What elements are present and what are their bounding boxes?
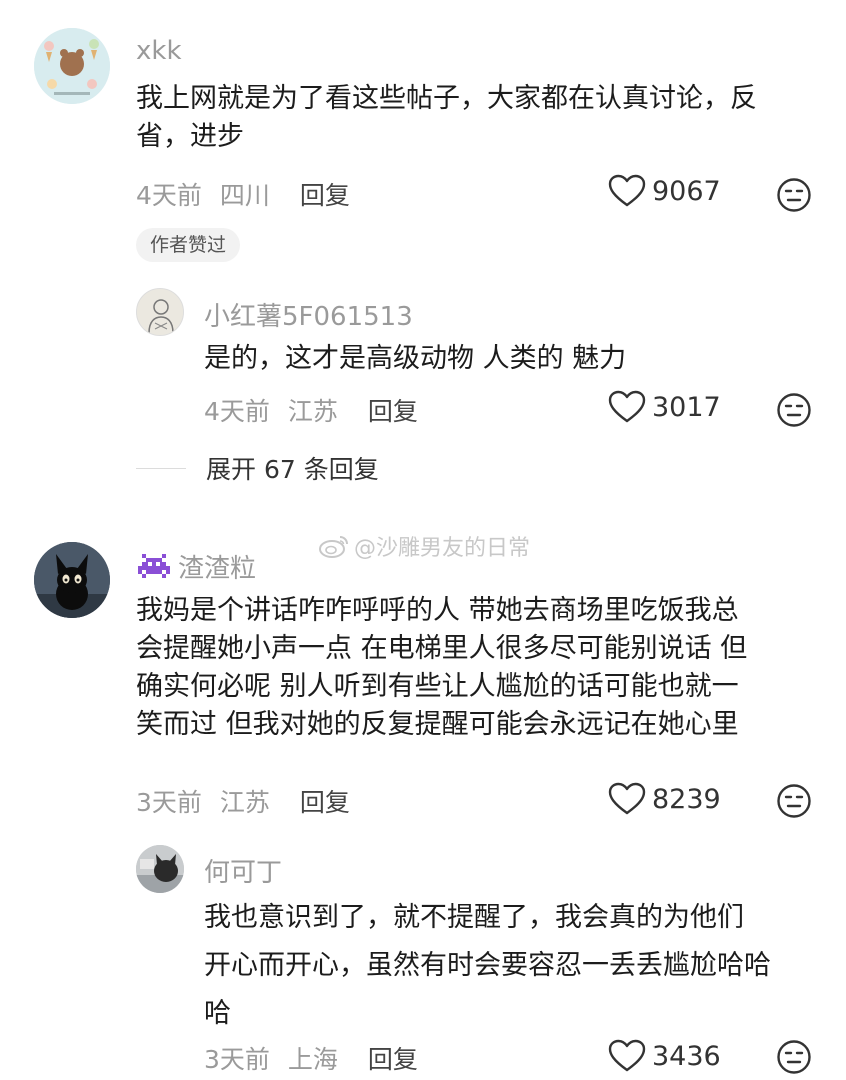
comment-time: 4天前: [136, 181, 202, 210]
like-count: 8239: [652, 783, 721, 815]
comment-location: 四川: [219, 181, 270, 210]
reply-button[interactable]: 回复: [300, 181, 350, 210]
comment-meta: 3天前 江苏 回复: [136, 783, 350, 819]
user-avatar[interactable]: [34, 28, 110, 104]
like-button[interactable]: 3436: [608, 1039, 721, 1073]
neutral-face-icon: [777, 784, 811, 818]
like-count: 9067: [652, 175, 721, 207]
heart-icon: [608, 390, 646, 423]
heart-icon: [608, 1039, 646, 1072]
user-avatar[interactable]: [136, 288, 184, 336]
cat-photo-icon: [136, 845, 184, 893]
divider-line: [136, 467, 186, 469]
like-button[interactable]: 8239: [608, 782, 721, 816]
comment-text: 我上网就是为了看这些帖子，大家都在认真讨论，反 省，进步: [136, 80, 826, 156]
like-button[interactable]: 3017: [608, 390, 721, 424]
comment-text-line: 开心而开心，虽然有时会要容忍一丢丢尴尬哈哈: [204, 950, 771, 981]
like-count: 3017: [652, 391, 721, 423]
username[interactable]: 小红薯5F061513: [204, 296, 413, 333]
sketch-portrait-icon: [137, 289, 183, 335]
pixel-invader-icon: [138, 553, 170, 578]
comment-text-line: 是的，这才是高级动物 人类的 魅力: [204, 343, 627, 374]
watermark: @沙雕男友的日常: [318, 530, 530, 562]
ice-cream-bear-icon: [34, 28, 110, 104]
reply-button[interactable]: 回复: [300, 788, 350, 817]
watermark-text: @沙雕男友的日常: [354, 536, 531, 561]
comment-meta: 4天前 四川 回复: [136, 176, 350, 212]
comment-time: 3天前: [204, 1045, 270, 1074]
author-liked-badge: 作者赞过: [136, 228, 241, 262]
username-text: 渣渣粒: [178, 554, 257, 584]
user-avatar[interactable]: [136, 845, 184, 893]
user-avatar[interactable]: [34, 542, 110, 618]
neutral-face-icon: [777, 178, 811, 212]
comment-text: 我妈是个讲话咋咋呼呼的人 带她去商场里吃饭我总 会提醒她小声一点 在电梯里人很多…: [136, 592, 836, 744]
like-button[interactable]: 9067: [608, 174, 721, 208]
reply-button[interactable]: 回复: [368, 1045, 418, 1074]
username[interactable]: 何可丁: [204, 852, 282, 889]
dislike-button[interactable]: [776, 177, 812, 217]
comment-meta: 3天前 上海 回复: [204, 1040, 418, 1076]
comment-time: 3天前: [136, 788, 202, 817]
heart-icon: [608, 174, 646, 207]
comment-time: 4天前: [204, 397, 270, 426]
expand-replies-button[interactable]: 展开 67 条回复: [136, 450, 379, 486]
reply-button[interactable]: 回复: [368, 397, 418, 426]
dislike-button[interactable]: [776, 783, 812, 823]
comment-text-line: 会提醒她小声一点 在电梯里人很多尽可能别说话 但: [136, 633, 748, 664]
comment-text: 是的，这才是高级动物 人类的 魅力: [204, 340, 824, 378]
neutral-face-icon: [777, 1040, 811, 1074]
username[interactable]: xkk: [136, 36, 182, 66]
black-cat-icon: [34, 542, 110, 618]
comment-text-line: 我也意识到了，就不提醒了，我会真的为他们: [204, 902, 744, 933]
expand-replies-label: 展开 67 条回复: [206, 455, 379, 484]
dislike-button[interactable]: [776, 392, 812, 432]
weibo-logo-icon: [319, 536, 348, 558]
comment-text-line: 我上网就是为了看这些帖子，大家都在认真讨论，反: [136, 83, 757, 114]
comment-location: 上海: [287, 1045, 338, 1074]
comment-location: 江苏: [219, 788, 270, 817]
comment-location: 江苏: [287, 397, 338, 426]
comment-text-line: 我妈是个讲话咋咋呼呼的人 带她去商场里吃饭我总: [136, 595, 739, 626]
like-count: 3436: [652, 1040, 721, 1072]
dislike-button[interactable]: [776, 1039, 812, 1079]
neutral-face-icon: [777, 393, 811, 427]
username[interactable]: 渣渣粒: [136, 548, 256, 585]
comment-text-line: 确实何必呢 别人听到有些让人尴尬的话可能也就一: [136, 671, 739, 702]
comment-text: 我也意识到了，就不提醒了，我会真的为他们 开心而开心，虽然有时会要容忍一丢丢尴尬…: [204, 894, 824, 1038]
comment-meta: 4天前 江苏 回复: [204, 392, 418, 428]
comment-text-line: 笑而过 但我对她的反复提醒可能会永远记在她心里: [136, 709, 739, 740]
comment-text-line: 省，进步: [136, 121, 244, 152]
comment-text-line: 哈: [204, 998, 231, 1029]
heart-icon: [608, 782, 646, 815]
